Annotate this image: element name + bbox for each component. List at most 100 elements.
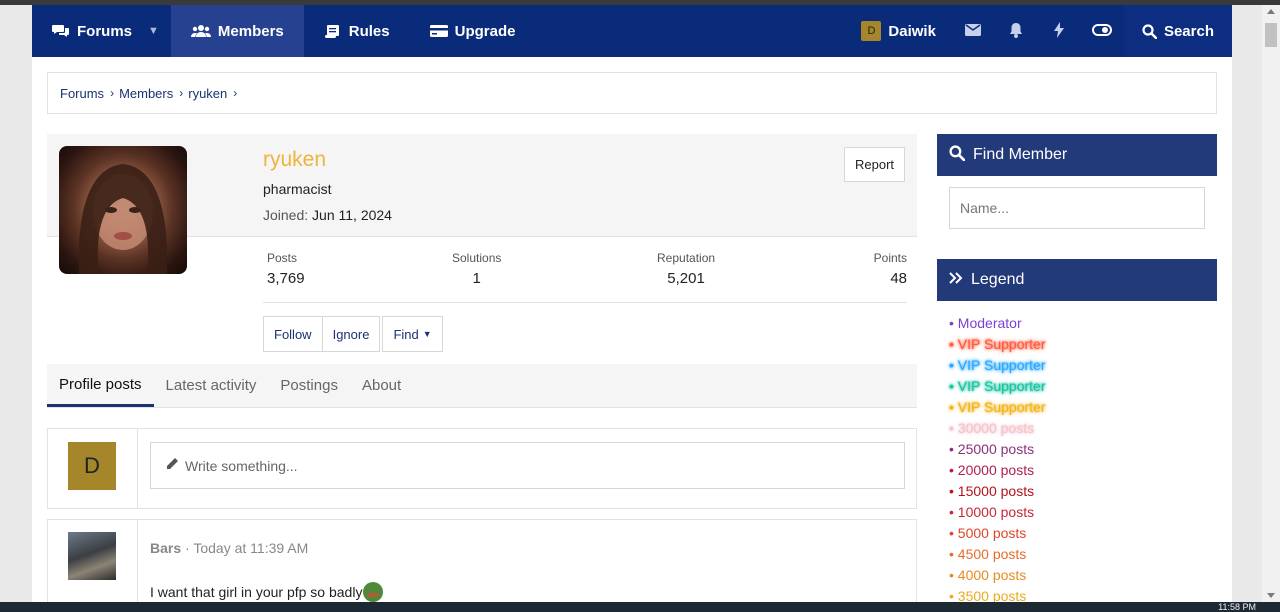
legend-bullet: • [949, 525, 958, 541]
legend-block: Legend • Moderator • VIP Supporter • VIP S… [937, 259, 1217, 607]
profile-user-title: pharmacist [263, 181, 332, 197]
search-icon [1142, 23, 1157, 39]
stat-solutions[interactable]: Solutions 1 [452, 251, 501, 287]
legend-label: VIP Supporter [957, 357, 1046, 373]
joined-date: Jun 11, 2024 [312, 207, 392, 223]
caret-down-icon: ▼ [422, 329, 432, 339]
breadcrumb-item-forums[interactable]: Forums › [60, 86, 119, 101]
stat-label: Solutions [452, 251, 502, 265]
follow-button[interactable]: Follow [263, 316, 323, 352]
stat-value: 5,201 [667, 270, 705, 287]
nav-user-account[interactable]: D Daiwik [833, 5, 952, 57]
scroll-icon [324, 24, 342, 39]
legend-label: 4000 posts [957, 567, 1027, 583]
profile-avatar[interactable] [59, 146, 187, 274]
legend-item: • 4000 posts [949, 565, 1205, 586]
whats-new-button[interactable] [1038, 5, 1081, 57]
legend-item: • VIP Supporter [949, 355, 1205, 376]
nav-search-label: Search [1163, 22, 1214, 40]
post-author-avatar[interactable] [68, 532, 116, 580]
nav-rules[interactable]: Rules [304, 5, 410, 57]
compose-avatar[interactable]: D [68, 442, 116, 490]
tab-latest-activity[interactable]: Latest activity [154, 364, 269, 407]
scroll-thumb[interactable] [1265, 23, 1277, 47]
legend-item: • 10000 posts [949, 502, 1205, 523]
stat-reputation[interactable]: Reputation 5,201 [657, 251, 715, 287]
legend-item: • 20000 posts [949, 460, 1205, 481]
breadcrumb-label: Members [119, 85, 174, 101]
legend-label: 4500 posts [957, 546, 1027, 562]
top-navigation: Forums ▼ Members Rules Upgrade D Daiwik … [32, 5, 1232, 57]
alerts-button[interactable] [995, 5, 1038, 57]
inbox-button[interactable] [952, 5, 995, 57]
nav-upgrade[interactable]: Upgrade [410, 5, 536, 57]
tab-about[interactable]: About [350, 364, 413, 407]
users-icon [190, 24, 211, 38]
profile-stats: Posts 3,769 Solutions 1 Reputation 5,201… [263, 251, 907, 303]
user-name: Daiwik [888, 22, 936, 40]
toggle-icon [1092, 23, 1113, 39]
compose-placeholder: Write something... [185, 457, 298, 474]
scroll-down-arrow-icon[interactable] [1267, 593, 1275, 598]
member-name-input[interactable] [949, 187, 1205, 229]
nav-search[interactable]: Search [1123, 5, 1232, 57]
legend-label: VIP Supporter [957, 378, 1046, 394]
legend-bullet: • [949, 399, 958, 415]
page-container: Forums ▼ Members Rules Upgrade D Daiwik … [32, 5, 1232, 612]
toggle-button[interactable] [1081, 5, 1124, 57]
ignore-button[interactable]: Ignore [322, 316, 381, 352]
legend-bullet: • [949, 336, 958, 352]
user-avatar: D [861, 21, 882, 41]
report-button[interactable]: Report [844, 147, 905, 182]
post-author[interactable]: Bars [150, 540, 181, 556]
stat-value: 48 [890, 270, 907, 287]
stat-label: Points [873, 251, 907, 265]
legend-bullet: • [949, 504, 958, 520]
legend-label: Moderator [957, 315, 1022, 331]
compose-input[interactable]: Write something... [150, 442, 905, 489]
pepe-emoji-icon [363, 582, 384, 602]
legend-bullet: • [949, 462, 958, 478]
profile-tabs: Profile posts Latest activity Postings A… [47, 364, 917, 408]
legend-bullet: • [949, 357, 958, 373]
post-body: I want that girl in your pfp so badly [150, 582, 384, 602]
find-member-header: Find Member [937, 134, 1217, 176]
profile-joined: Joined: Jun 11, 2024 [263, 207, 392, 223]
legend-bullet: • [949, 441, 958, 457]
nav-forums[interactable]: Forums [32, 5, 140, 57]
page-scrollbar[interactable] [1262, 5, 1280, 602]
stat-value: 3,769 [267, 270, 305, 287]
post-time[interactable]: Today at 11:39 AM [193, 540, 308, 556]
find-button[interactable]: Find ▼ [382, 316, 443, 352]
profile-post: Bars · Today at 11:39 AM I want that gir… [47, 519, 917, 612]
tab-postings[interactable]: Postings [268, 364, 350, 407]
legend-bullet: • [949, 378, 958, 394]
breadcrumb: Forums › Members › ryuken › [47, 72, 1217, 114]
envelope-icon [965, 23, 982, 39]
legend-label: VIP Supporter [957, 399, 1046, 415]
pencil-icon [165, 457, 179, 474]
tab-profile-posts[interactable]: Profile posts [47, 364, 154, 407]
legend-item: • VIP Supporter [949, 376, 1205, 397]
legend-bullet: • [949, 420, 958, 436]
breadcrumb-item-members[interactable]: Members › [119, 86, 188, 101]
chevron-right-icon: › [233, 86, 238, 100]
nav-members[interactable]: Members [170, 5, 304, 57]
legend-label: 15000 posts [957, 483, 1035, 499]
legend-label: 25000 posts [957, 441, 1035, 457]
profile-actions: Follow Ignore Find ▼ [263, 316, 443, 352]
stat-points[interactable]: Points 48 [874, 251, 907, 287]
breadcrumb-item-user[interactable]: ryuken › [188, 86, 242, 101]
legend-item: • VIP Supporter [949, 334, 1205, 355]
legend-title: Legend [971, 271, 1025, 288]
legend-item: • 5000 posts [949, 523, 1205, 544]
find-label: Find [393, 326, 419, 342]
scroll-up-arrow-icon[interactable] [1267, 9, 1275, 14]
legend-header: Legend [937, 259, 1217, 301]
nav-forums-dropdown[interactable]: ▼ [140, 5, 171, 57]
post-text: I want that girl in your pfp so badly [150, 584, 363, 600]
stat-posts[interactable]: Posts 3,769 [267, 251, 305, 287]
profile-username[interactable]: ryuken [263, 148, 326, 172]
nav-forums-label: Forums [77, 22, 133, 40]
search-icon [949, 144, 966, 166]
